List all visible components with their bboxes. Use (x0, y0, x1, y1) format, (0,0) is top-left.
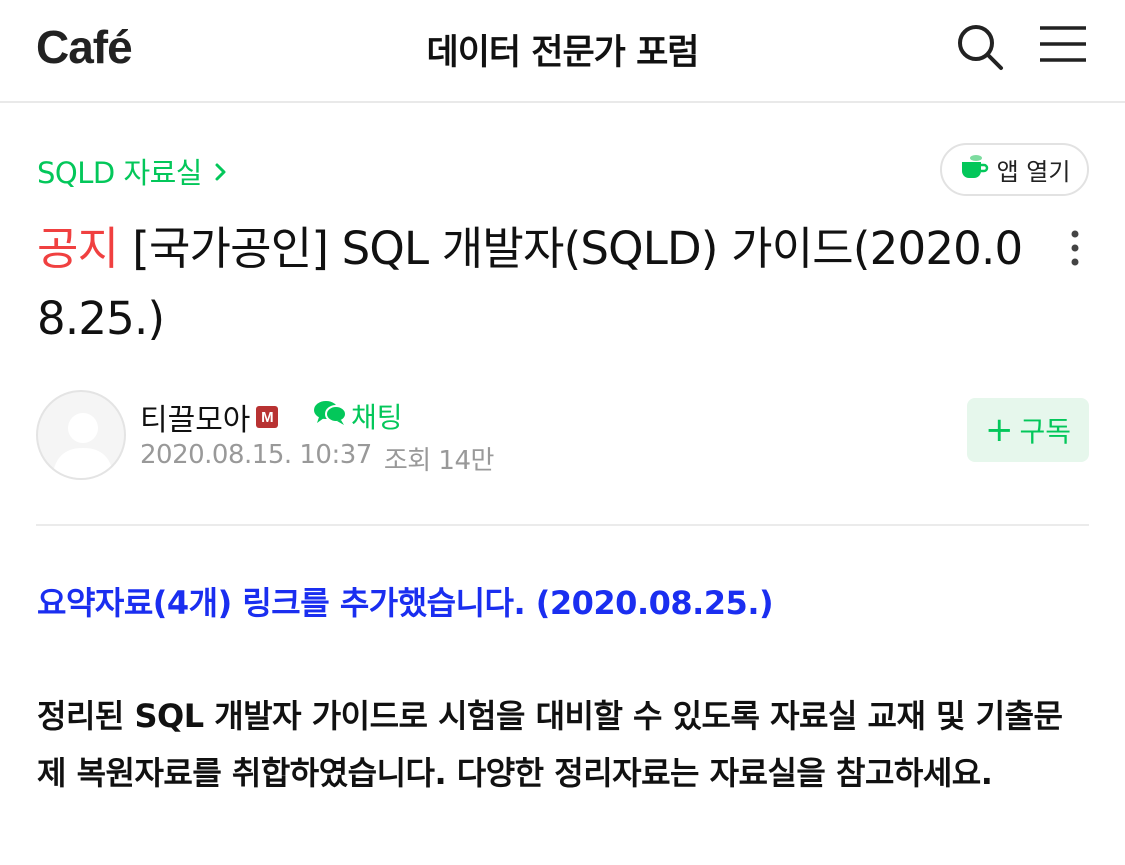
author-name[interactable]: 티끌모아 M (140, 395, 279, 439)
board-link[interactable]: SQLD 자료실 (37, 150, 230, 192)
manager-badge-icon: M (256, 406, 279, 428)
post-body-paragraph: 정리된 SQL 개발자 가이드로 시험을 대비할 수 있도록 자료실 교재 및 … (37, 697, 1063, 792)
post-title: 공지 [국가공인] SQL 개발자(SQLD) 가이드(2020.08.25.) (37, 214, 1027, 354)
update-notice: 요약자료(4개) 링크를 추가했습니다. (2020.08.25.) (37, 584, 774, 622)
subscribe-label: 구독 (1019, 415, 1072, 448)
divider (36, 524, 1089, 526)
plus-icon: + (984, 410, 1014, 450)
hamburger-menu-icon[interactable] (1037, 22, 1089, 66)
board-name: SQLD 자료실 (37, 156, 202, 190)
notice-tag: 공지 (37, 222, 119, 275)
coffee-cup-icon (959, 153, 989, 187)
chat-button[interactable]: 채팅 (313, 396, 403, 436)
app-open-label: 앱 열기 (996, 158, 1071, 186)
author-nickname: 티끌모아 (140, 403, 251, 438)
post-date: 2020.08.15. 10:37 (140, 440, 372, 470)
view-count: 조회 14만 (383, 446, 495, 476)
avatar[interactable] (36, 390, 126, 480)
post-title-text: [국가공인] SQL 개발자(SQLD) 가이드(2020.08.25.) (37, 222, 1023, 345)
chat-bubble-icon (313, 399, 347, 434)
search-icon[interactable] (953, 20, 1007, 74)
top-bar: Café 데이터 전문가 포럼 (0, 0, 1125, 103)
chevron-right-icon (212, 158, 230, 184)
more-options-icon[interactable] (1062, 228, 1088, 268)
chat-label: 채팅 (351, 401, 403, 434)
subscribe-button[interactable]: + 구독 (967, 398, 1089, 462)
app-open-button[interactable]: 앱 열기 (940, 143, 1089, 196)
post-meta: 2020.08.15. 10:37 조회 14만 (140, 440, 494, 477)
